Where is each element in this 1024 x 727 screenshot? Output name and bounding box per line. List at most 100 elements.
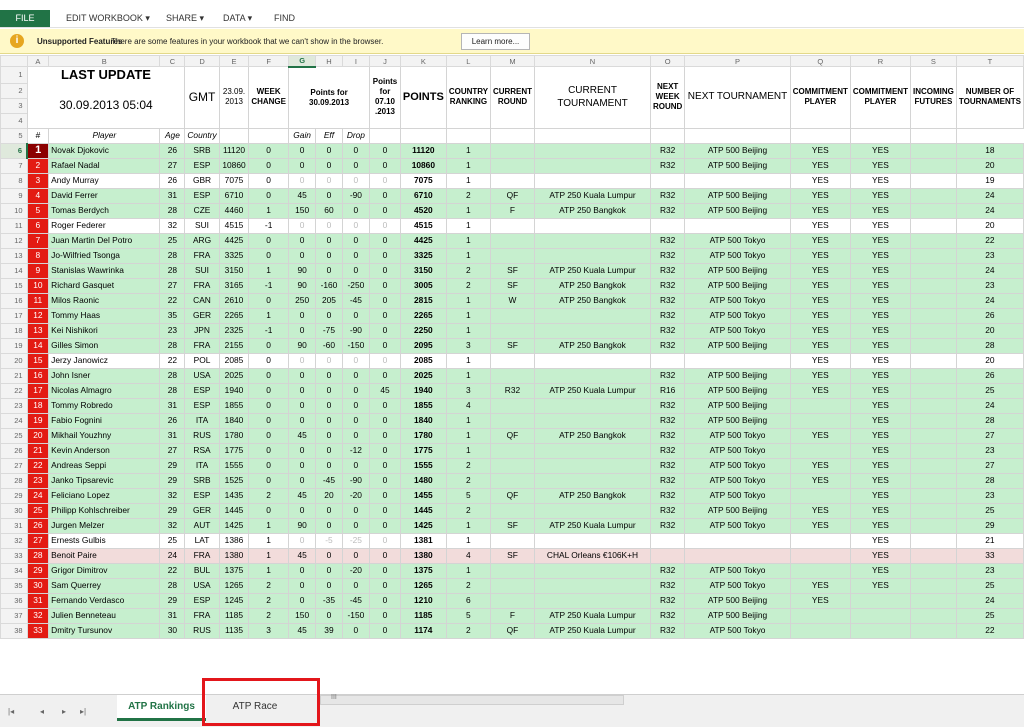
cell-ce[interactable]: YES xyxy=(849,547,911,564)
cell-round[interactable] xyxy=(489,232,536,249)
cell-cr[interactable]: 2 xyxy=(445,457,491,474)
cell-cr[interactable]: 1 xyxy=(445,172,491,189)
cell-country[interactable]: SUI xyxy=(184,262,220,279)
cell-ntour[interactable]: ATP 500 Tokyo xyxy=(684,622,791,639)
cell-eff[interactable]: 0 xyxy=(315,172,343,189)
cell-inc[interactable] xyxy=(909,487,957,504)
cell-cp[interactable]: YES xyxy=(789,277,851,294)
cell-nwr[interactable] xyxy=(649,172,686,189)
cell-tour[interactable]: ATP 250 Bangkok xyxy=(534,337,651,354)
cell-prev[interactable]: 1185 xyxy=(218,607,250,624)
cell-prev[interactable]: 1375 xyxy=(218,562,250,579)
player-name[interactable]: Fabio Fognini xyxy=(48,412,161,429)
row-number[interactable]: 16 xyxy=(0,292,28,309)
cell-drop[interactable]: 0 xyxy=(341,397,371,414)
cell-ce[interactable]: YES xyxy=(849,277,911,294)
spreadsheet-grid[interactable]: A B C D E F G H I J K L M N O P Q R S T 1 LAST UPDATE GMT 23.09… xyxy=(0,55,1024,694)
cell-drop[interactable]: 0 xyxy=(341,142,371,159)
blank[interactable] xyxy=(399,127,447,144)
rank-badge[interactable]: 17 xyxy=(26,382,50,399)
cell-gain[interactable]: 0 xyxy=(287,532,317,549)
cell-inc[interactable] xyxy=(909,247,957,264)
file-menu[interactable]: FILE xyxy=(0,10,50,27)
row-number[interactable]: 5 xyxy=(0,127,28,144)
horizontal-scrollbar[interactable]: III xyxy=(320,694,624,705)
cell-prev[interactable]: 2085 xyxy=(218,352,250,369)
row-number[interactable]: 35 xyxy=(0,577,28,594)
cell-change[interactable]: 0 xyxy=(248,397,289,414)
cell-change[interactable]: 1 xyxy=(248,562,289,579)
cell-points[interactable]: 2095 xyxy=(399,337,447,354)
cell-gain[interactable]: 45 xyxy=(287,187,317,204)
rank-badge[interactable]: 4 xyxy=(26,187,50,204)
cell-nwr[interactable]: R32 xyxy=(649,457,686,474)
cell-round[interactable] xyxy=(489,457,536,474)
column-header-g[interactable]: G xyxy=(287,55,317,68)
column-header-h[interactable]: H xyxy=(315,55,343,67)
cell-cr[interactable]: 1 xyxy=(445,247,491,264)
rank-badge[interactable]: 9 xyxy=(26,262,50,279)
tab-atp-rankings[interactable]: ATP Rankings xyxy=(117,695,206,721)
row-number[interactable]: 37 xyxy=(0,607,28,624)
prev-sheet-icon[interactable]: ◂ xyxy=(40,707,44,716)
cell-points[interactable]: 1381 xyxy=(399,532,447,549)
cell-ce[interactable]: YES xyxy=(849,442,911,459)
rank-badge[interactable]: 10 xyxy=(26,277,50,294)
cell-round[interactable] xyxy=(489,397,536,414)
cell-prev[interactable]: 1425 xyxy=(218,517,250,534)
cell-drop[interactable]: -150 xyxy=(341,607,371,624)
column-header-n[interactable]: N xyxy=(534,55,651,67)
column-header-d[interactable]: D xyxy=(184,55,220,67)
rank-badge[interactable]: 14 xyxy=(26,337,50,354)
cell-ce[interactable]: YES xyxy=(849,427,911,444)
blank[interactable] xyxy=(534,127,651,144)
cell-cr[interactable]: 1 xyxy=(445,322,491,339)
cell-cr[interactable]: 2 xyxy=(445,277,491,294)
cell-points[interactable]: 1455 xyxy=(399,487,447,504)
cell-nwr[interactable] xyxy=(649,352,686,369)
cell-tour[interactable] xyxy=(534,412,651,429)
cell-next[interactable]: 0 xyxy=(369,427,401,444)
cell-prev[interactable]: 1525 xyxy=(218,472,250,489)
cell-gain[interactable]: 45 xyxy=(287,427,317,444)
row-number[interactable]: 10 xyxy=(0,202,28,219)
cell-round[interactable] xyxy=(489,367,536,384)
cell-ntour[interactable] xyxy=(684,547,791,564)
current-round-header[interactable]: CURRENT ROUND xyxy=(489,66,536,129)
cell-nwr[interactable]: R32 xyxy=(649,367,686,384)
cell-round[interactable] xyxy=(489,442,536,459)
cell-eff[interactable]: 0 xyxy=(315,142,343,159)
cell-ntour[interactable]: ATP 500 Tokyo xyxy=(684,577,791,594)
cell-gain[interactable]: 90 xyxy=(287,277,317,294)
player-name[interactable]: Roger Federer xyxy=(48,217,161,234)
cell-gain[interactable]: 0 xyxy=(287,577,317,594)
cell-gain[interactable]: 0 xyxy=(287,142,317,159)
rank-badge[interactable]: 26 xyxy=(26,517,50,534)
cell-cr[interactable]: 1 xyxy=(445,202,491,219)
cell-country[interactable]: ITA xyxy=(184,412,220,429)
cell-gain[interactable]: 0 xyxy=(287,562,317,579)
column-header-i[interactable]: I xyxy=(341,55,371,67)
player-name[interactable]: Richard Gasquet xyxy=(48,277,161,294)
cell-next[interactable]: 0 xyxy=(369,562,401,579)
blank[interactable] xyxy=(218,127,250,144)
cell-next[interactable]: 0 xyxy=(369,502,401,519)
cell-country[interactable]: ESP xyxy=(184,487,220,504)
rank-badge[interactable]: 21 xyxy=(26,442,50,459)
cell-nwr[interactable]: R32 xyxy=(649,247,686,264)
column-header-q[interactable]: Q xyxy=(789,55,851,67)
cell-gain[interactable]: 45 xyxy=(287,547,317,564)
cell-age[interactable]: 27 xyxy=(159,157,186,174)
rank-badge[interactable]: 20 xyxy=(26,427,50,444)
cell-next[interactable]: 0 xyxy=(369,352,401,369)
cell-points[interactable]: 2085 xyxy=(399,352,447,369)
cell-change[interactable]: 0 xyxy=(248,172,289,189)
cell-gain[interactable]: 250 xyxy=(287,292,317,309)
row-number[interactable]: 19 xyxy=(0,337,28,354)
cell-inc[interactable] xyxy=(909,607,957,624)
row-number[interactable]: 3 xyxy=(0,97,28,114)
cell-tour[interactable] xyxy=(534,232,651,249)
cell-age[interactable]: 26 xyxy=(159,142,186,159)
rank-badge[interactable]: 23 xyxy=(26,472,50,489)
cell-ce[interactable]: YES xyxy=(849,307,911,324)
